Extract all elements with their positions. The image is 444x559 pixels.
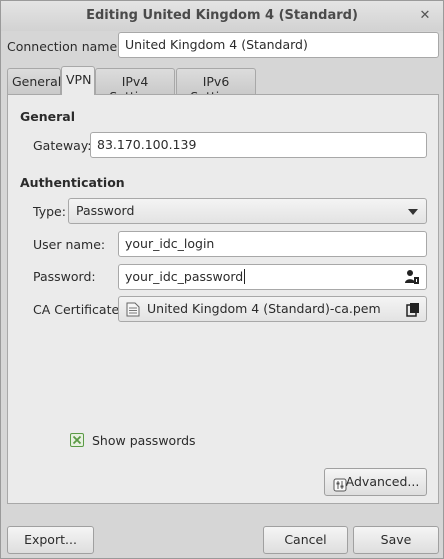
- user-key-icon[interactable]: [404, 269, 420, 288]
- save-button[interactable]: Save: [353, 526, 439, 554]
- advanced-button[interactable]: Advanced...: [324, 468, 427, 496]
- username-input[interactable]: your_idc_login: [118, 231, 427, 257]
- type-label: Type:: [33, 204, 66, 219]
- connection-name-label: Connection name:: [7, 39, 122, 54]
- text-cursor: [244, 269, 246, 284]
- copy-icon[interactable]: [406, 302, 420, 320]
- authentication-section-title: Authentication: [20, 175, 125, 190]
- settings-icon: [333, 475, 347, 501]
- tab-general[interactable]: General: [7, 68, 61, 94]
- ca-certificate-label: CA Certificate:: [33, 302, 124, 317]
- show-passwords-label[interactable]: Show passwords: [92, 433, 196, 448]
- close-icon[interactable]: ✕: [415, 6, 435, 26]
- ca-certificate-chooser[interactable]: United Kingdom 4 (Standard)-ca.pem: [118, 296, 427, 322]
- connection-name-input[interactable]: United Kingdom 4 (Standard): [118, 32, 439, 58]
- auth-type-select[interactable]: Password: [68, 198, 427, 224]
- window-title: Editing United Kingdom 4 (Standard): [86, 8, 358, 23]
- cancel-button[interactable]: Cancel: [263, 526, 348, 554]
- general-section-title: General: [20, 109, 75, 124]
- vpn-tab-panel: General Gateway: 83.170.100.139 Authenti…: [7, 94, 439, 504]
- dialog-window: Editing United Kingdom 4 (Standard) ✕ Co…: [0, 0, 444, 559]
- ca-certificate-filename: United Kingdom 4 (Standard)-ca.pem: [147, 301, 381, 316]
- chevron-down-icon: [408, 209, 418, 215]
- file-icon: [126, 302, 140, 320]
- advanced-button-label: Advanced...: [345, 474, 420, 489]
- tab-ipv4-settings[interactable]: IPv4 Settings: [95, 68, 175, 104]
- title-bar[interactable]: Editing United Kingdom 4 (Standard) ✕: [1, 1, 443, 31]
- checkmark-icon: [72, 435, 82, 445]
- show-passwords-checkbox[interactable]: [70, 433, 84, 447]
- password-input[interactable]: your_idc_password: [118, 264, 427, 290]
- tab-ipv6-settings[interactable]: IPv6 Settings: [176, 68, 256, 104]
- gateway-label: Gateway:: [33, 138, 92, 153]
- tab-vpn[interactable]: VPN: [61, 66, 95, 95]
- export-button[interactable]: Export...: [7, 526, 94, 554]
- username-label: User name:: [33, 237, 106, 252]
- gateway-input[interactable]: 83.170.100.139: [90, 132, 427, 158]
- password-label: Password:: [33, 269, 96, 284]
- auth-type-value: Password: [76, 203, 135, 218]
- password-value: your_idc_password: [125, 269, 244, 284]
